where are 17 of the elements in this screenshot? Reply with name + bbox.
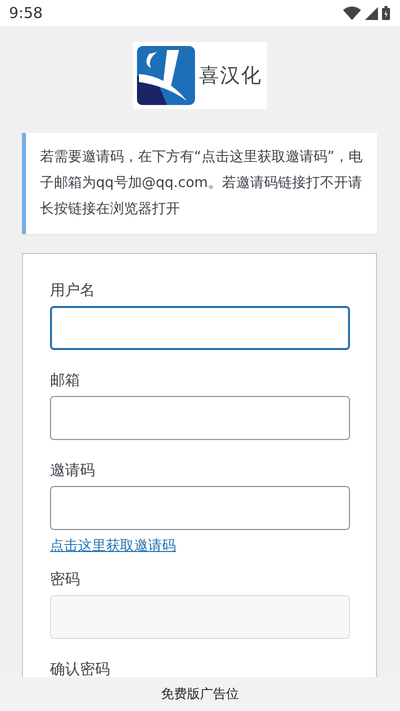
input-field[interactable] <box>50 486 350 530</box>
battery-icon <box>382 6 390 20</box>
field-label: 邮箱 <box>50 370 80 390</box>
logo-icon <box>137 46 195 105</box>
field-label: 密码 <box>50 569 80 589</box>
input-field[interactable] <box>50 306 350 350</box>
field-label: 邀请码 <box>50 460 95 480</box>
input-field[interactable] <box>50 396 350 440</box>
ad-text: 免费版广告位 <box>161 686 239 703</box>
signal-icon <box>365 6 378 20</box>
field-label: 确认密码 <box>50 659 110 679</box>
logo-text: 喜汉化 <box>199 62 262 89</box>
notice-text: 若需要邀请码，在下方有“点击这里获取邀请码”，电子邮箱为qq号加@qq.com。若邀请码链接打不开请长按链接在浏览器打开 <box>40 148 364 219</box>
invite-code-link[interactable]: 点击这里获取邀请码 <box>50 537 176 555</box>
wifi-icon <box>343 6 361 20</box>
status-time: 9:58 <box>9 4 43 22</box>
field-label: 用户名 <box>50 280 95 300</box>
